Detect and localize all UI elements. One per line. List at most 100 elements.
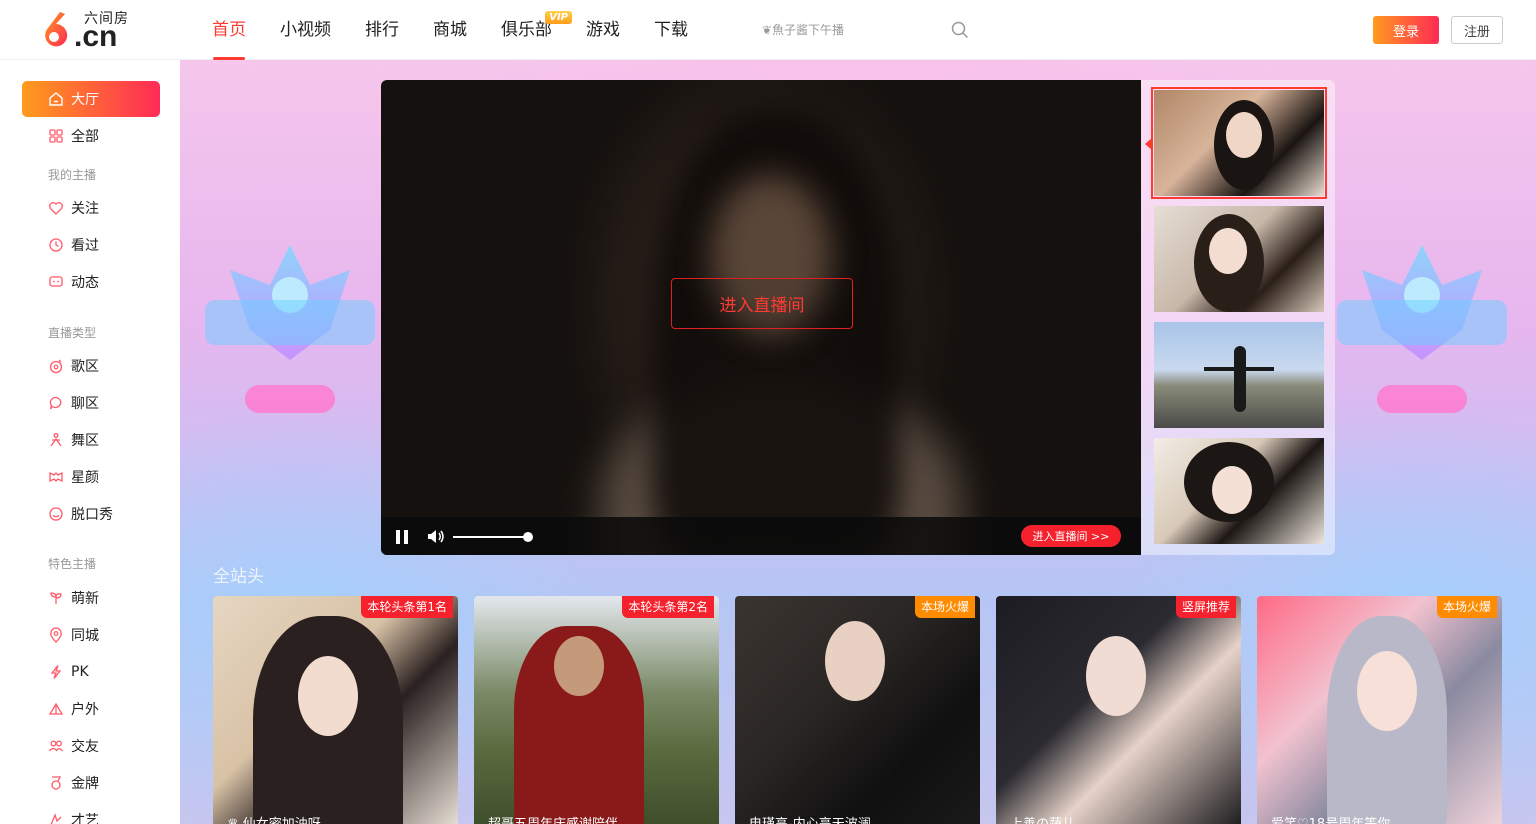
sidebar-item-local[interactable]: 同城 (22, 617, 160, 653)
card-face (298, 656, 358, 736)
sidebar-item-music[interactable]: 歌区 (22, 348, 160, 384)
nav-ranking[interactable]: 排行 (349, 0, 415, 60)
sidebar-item-label: 脱口秀 (71, 507, 113, 523)
sidebar-item-feed[interactable]: 动态 (22, 264, 160, 300)
stream-thumbnail[interactable] (1154, 438, 1324, 544)
recommended-streams-list (1141, 80, 1335, 555)
stream-thumbnail[interactable] (1154, 206, 1324, 312)
stream-card[interactable]: 本轮头条第2名 超哥五周年庆感谢陪伴 (474, 596, 719, 824)
sidebar-item-all[interactable]: 全部 (22, 118, 160, 154)
sidebar-item-label: 聊区 (71, 396, 99, 412)
search-icon[interactable] (951, 21, 969, 39)
nav-label: 下载 (654, 20, 688, 40)
sidebar-item-label: 全部 (71, 129, 99, 145)
nav-label: 商城 (433, 20, 467, 40)
sidebar-item-label: 金牌 (71, 776, 99, 792)
sidebar-item-talk-show[interactable]: 脱口秀 (22, 496, 160, 532)
sidebar-item-label: 同城 (71, 628, 99, 644)
stream-card[interactable]: 本场火爆 电瑾高-内心亮天波澜 (735, 596, 980, 824)
stream-card[interactable]: 本轮头条第1名 ♛ 仙女密加油呀 (213, 596, 458, 824)
stream-thumbnail[interactable] (1151, 87, 1327, 199)
pause-icon[interactable] (395, 529, 409, 545)
message-icon (49, 276, 63, 287)
sidebar-item-star-face[interactable]: 星颜 (22, 459, 160, 495)
sidebar-item-pk[interactable]: PK (22, 654, 160, 690)
nav-home[interactable]: 首页 (196, 0, 262, 60)
card-face (1357, 651, 1417, 731)
sidebar-item-history[interactable]: 看过 (22, 227, 160, 263)
register-button[interactable]: 注册 (1451, 16, 1503, 44)
card-tag: 本场火爆 (1436, 596, 1497, 618)
card-tag: 竖屏推荐 (1175, 596, 1236, 618)
stream-card[interactable]: 本场火爆 爱笑♡18号周年等你 (1257, 596, 1502, 824)
star-face-icon (49, 471, 63, 483)
card-title: 超哥五周年庆感谢陪伴 (488, 813, 618, 824)
player-controls: 进入直播间 >> (381, 517, 1141, 555)
chat-icon (49, 396, 62, 410)
nav-games[interactable]: 游戏 (570, 0, 636, 60)
sprout-icon (50, 592, 62, 604)
sidebar-item-label: 才艺 (71, 813, 99, 824)
sidebar-item-label: 星颜 (71, 470, 99, 486)
volume-slider-handle[interactable] (523, 532, 533, 542)
card-title: 上善の蔬儿 (1010, 813, 1075, 824)
card-face (825, 621, 885, 701)
sidebar-item-label: 舞区 (71, 433, 99, 449)
sidebar-item-label: 交友 (71, 739, 99, 755)
section-title: 全站头 (213, 567, 264, 587)
stream-thumbnail[interactable] (1154, 322, 1324, 428)
active-arrow-icon (1145, 138, 1152, 150)
sidebar-item-dance[interactable]: 舞区 (22, 422, 160, 458)
heart-icon (49, 202, 63, 215)
thumb-figure (1234, 346, 1246, 412)
sidebar-item-label: 歌区 (71, 359, 99, 375)
card-tag: 本轮头条第1名 (361, 596, 453, 618)
sidebar-item-friends[interactable]: 交友 (22, 728, 160, 764)
sidebar-item-chat[interactable]: 聊区 (22, 385, 160, 421)
enter-live-room-small-button[interactable]: 进入直播间 >> (1021, 525, 1121, 547)
logo-domain: .cn (74, 20, 118, 53)
sidebar-item-newbie[interactable]: 萌新 (22, 580, 160, 616)
grid-icon (49, 129, 63, 143)
sidebar-item-label: 关注 (71, 201, 99, 217)
enter-live-room-button[interactable]: 进入直播间 (671, 278, 853, 329)
spring-festival-banner-right (1337, 245, 1507, 413)
sidebar-item-gold[interactable]: 金牌 (22, 765, 160, 801)
music-icon (49, 359, 63, 374)
card-title: ♛ 仙女密加油呀 (227, 813, 321, 824)
card-tag: 本轮头条第2名 (622, 596, 714, 618)
login-button[interactable]: 登录 (1373, 16, 1439, 44)
sidebar-item-talent[interactable]: 才艺 (22, 802, 160, 824)
home-icon (49, 92, 63, 106)
volume-icon[interactable] (427, 528, 445, 545)
sidebar-item-label: 动态 (71, 275, 99, 291)
sidebar-item-outdoor[interactable]: 户外 (22, 691, 160, 727)
dance-icon (50, 433, 62, 447)
sidebar-item-label: 萌新 (71, 591, 99, 607)
nav-label: 小视频 (280, 20, 331, 40)
sidebar-item-label: 户外 (71, 702, 99, 718)
live-video-player[interactable]: 进入直播间 进入直播间 >> (381, 80, 1141, 555)
sidebar-item-label: PK (71, 664, 89, 680)
thumb-face (1212, 466, 1252, 514)
lightning-icon (50, 665, 62, 679)
nav-mall[interactable]: 商城 (417, 0, 483, 60)
thumb-face (1209, 228, 1247, 274)
sidebar-group-special: 特色主播 (48, 557, 97, 571)
site-logo[interactable]: 六间房 .cn (38, 8, 130, 53)
nav-club[interactable]: 俱乐部 VIP (485, 0, 572, 60)
nav-download[interactable]: 下载 (638, 0, 704, 60)
sidebar-item-hall[interactable]: 大厅 (22, 81, 160, 117)
sidebar: 大厅 全部 我的主播 关注 看过 动态 直播类型 歌区 聊区 舞区 星颜 脱口秀… (0, 60, 180, 824)
volume-slider-track[interactable] (453, 536, 529, 538)
nav-label: 俱乐部 (501, 20, 552, 40)
sidebar-item-follow[interactable]: 关注 (22, 190, 160, 226)
stream-card[interactable]: 竖屏推荐 上善の蔬儿 (996, 596, 1241, 824)
card-title: 电瑾高-内心亮天波澜 (749, 813, 871, 824)
nav-short-video[interactable]: 小视频 (264, 0, 347, 60)
search-input[interactable] (750, 14, 975, 46)
top-header: 六间房 .cn 首页 小视频 排行 商城 俱乐部VIP 游戏 下载 登录 注册 (0, 0, 1536, 60)
location-icon (50, 627, 62, 643)
nav-label: 游戏 (586, 20, 620, 40)
medal-icon (51, 776, 62, 790)
